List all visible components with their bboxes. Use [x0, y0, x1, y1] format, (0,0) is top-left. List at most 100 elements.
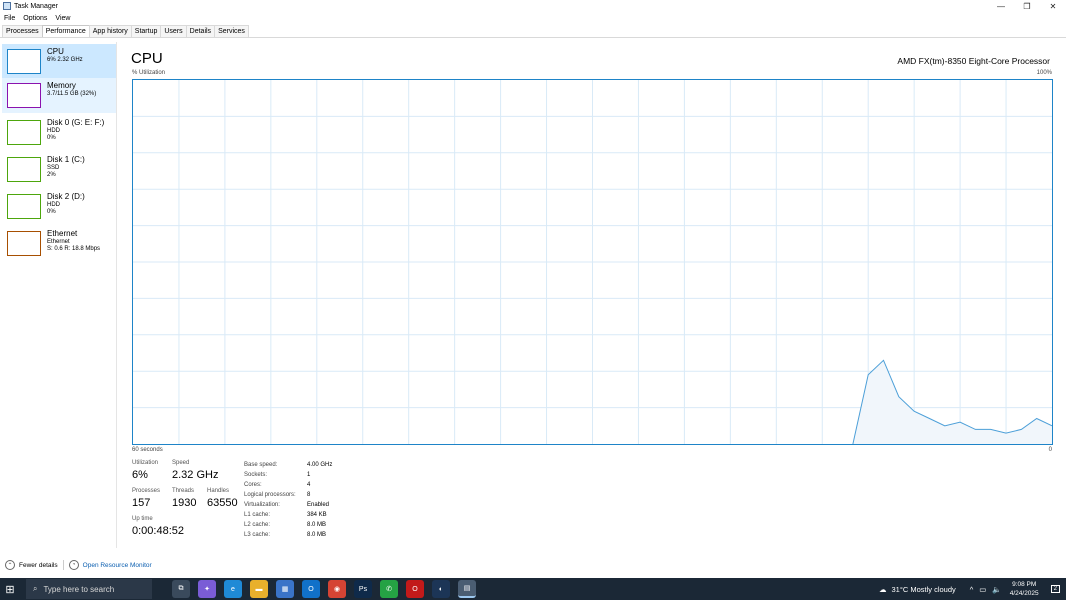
stat-label: Utilization [132, 460, 159, 466]
resource-monitor-icon: ◔ [68, 560, 79, 570]
detail-label: Cores: [244, 482, 262, 488]
outlook-icon[interactable]: O [302, 580, 320, 598]
stat-label: Processes [132, 488, 161, 494]
taskbar-apps: ⧉ ✦ e ▬ ▦ O ◉ Ps ✆ O ◐ ▤ [168, 580, 480, 598]
detail-label: L3 cache: [244, 532, 271, 538]
detail-value: 384 KB [307, 512, 327, 518]
tab-strip: Processes Performance App history Startu… [2, 25, 249, 37]
taskbar-search-box[interactable]: ⌕ Type here to search [26, 579, 152, 599]
detail-value: 4.00 GHz [307, 462, 333, 468]
edge-icon[interactable]: e [224, 580, 242, 598]
minimize-button[interactable]: — [988, 0, 1014, 12]
stat-value: 0:00:48:52 [132, 525, 184, 537]
sidebar-item-memory[interactable]: Memory 3.7/11.5 GB (32%) [2, 78, 116, 113]
weather-icon[interactable]: ☁ [879, 585, 887, 594]
fewer-details-link[interactable]: Fewer details [19, 562, 58, 569]
opera-icon[interactable]: O [406, 580, 424, 598]
sidebar-item-disk1[interactable]: Disk 1 (C:) SSD 2% [2, 152, 116, 187]
detail-label: L1 cache: [244, 512, 271, 518]
detail-row: Virtualization: Enabled [244, 500, 332, 510]
footer-bar: ⌃ Fewer details ◔ Open Resource Monitor [0, 558, 152, 572]
task-manager-icon[interactable]: ▤ [458, 580, 476, 598]
tray-overflow-icon[interactable]: ^ [970, 585, 974, 594]
detail-row: L2 cache: 8.0 MB [244, 520, 332, 530]
sidebar-item-sub: 0% [47, 135, 56, 141]
detail-value: Enabled [307, 502, 330, 508]
steam-icon[interactable]: ◐ [432, 580, 450, 598]
stat-label: Handles [207, 488, 230, 494]
tab-performance[interactable]: Performance [41, 25, 90, 37]
system-tray: ☁ 31°C Mostly cloudy ^ ▭ 🔈 9:08 PM 4/24/… [879, 578, 1066, 600]
menu-file[interactable]: File [0, 15, 19, 22]
tab-processes[interactable]: Processes [2, 25, 43, 37]
window-title: Task Manager [14, 2, 58, 10]
tab-details[interactable]: Details [185, 25, 216, 37]
processes-stat: Processes 157 [132, 488, 160, 509]
store-icon[interactable]: ▦ [276, 580, 294, 598]
detail-label: Base speed: [244, 462, 278, 468]
sidebar-item-disk2[interactable]: Disk 2 (D:) HDD 0% [2, 189, 116, 224]
photoshop-icon[interactable]: Ps [354, 580, 372, 598]
weather-text[interactable]: 31°C Mostly cloudy [891, 585, 955, 594]
detail-value: 1 [307, 472, 311, 478]
copilot-icon[interactable]: ✦ [198, 580, 216, 598]
tab-users[interactable]: Users [160, 25, 187, 37]
sidebar-item-sub: HDD [47, 202, 60, 208]
stat-value: 63550 [207, 497, 238, 509]
detail-label: L2 cache: [244, 522, 271, 528]
stat-label: Speed [172, 460, 190, 466]
tab-startup[interactable]: Startup [130, 25, 162, 37]
detail-value: 4 [307, 482, 311, 488]
cpu-graph-svg [133, 80, 1052, 444]
stat-value: 1930 [172, 497, 197, 509]
stat-value: 157 [132, 497, 151, 509]
cpu-utilization-graph [132, 79, 1053, 445]
detail-row: L3 cache: 8.0 MB [244, 530, 332, 540]
search-icon: ⌕ [33, 584, 38, 593]
sidebar-item-cpu[interactable]: CPU 6% 2.32 GHz [2, 44, 116, 79]
whatsapp-icon[interactable]: ✆ [380, 580, 398, 598]
start-button[interactable]: ⊞ [0, 578, 20, 600]
close-button[interactable]: ✕ [1040, 0, 1066, 12]
page-title: CPU [131, 50, 163, 67]
tab-divider [0, 37, 1066, 38]
detail-label: Sockets: [244, 472, 268, 478]
detail-value: 8 [307, 492, 311, 498]
open-resource-monitor-link[interactable]: Open Resource Monitor [83, 562, 152, 569]
detail-row: Logical processors: 8 [244, 490, 332, 500]
restore-button[interactable]: ❐ [1014, 0, 1040, 12]
sidebar-item-sub: HDD [47, 128, 60, 134]
sidebar-item-ethernet[interactable]: Ethernet Ethernet S: 0.6 R: 18.8 Mbps [2, 226, 116, 261]
detail-label: Logical processors: [244, 492, 296, 498]
tab-app-history[interactable]: App history [88, 25, 132, 37]
processor-name: AMD FX(tm)-8350 Eight-Core Processor [897, 56, 1050, 66]
sidebar-item-sub: 3.7/11.5 GB (32%) [47, 91, 97, 97]
stat-label: Up time [132, 516, 153, 522]
tab-services[interactable]: Services [214, 25, 249, 37]
menu-view[interactable]: View [51, 15, 74, 22]
task-view-icon[interactable]: ⧉ [172, 580, 190, 598]
time-axis-label: 60 seconds [132, 447, 163, 453]
sidebar-item-label: Disk 1 (C:) [47, 155, 85, 164]
detail-row: L1 cache: 384 KB [244, 510, 332, 520]
disk0-thumbnail-graph [7, 120, 41, 145]
file-explorer-icon[interactable]: ▬ [250, 580, 268, 598]
detail-value: 8.0 MB [307, 532, 327, 538]
chrome-icon[interactable]: ◉ [328, 580, 346, 598]
stat-value: 2.32 GHz [172, 469, 219, 481]
chevron-up-icon[interactable]: ⌃ [5, 560, 15, 570]
speaker-icon[interactable]: 🔈 [992, 585, 1001, 594]
notification-icon[interactable]: 2 [1050, 585, 1060, 593]
network-icon[interactable]: ▭ [979, 585, 986, 594]
sidebar-item-sub: Ethernet [47, 239, 70, 245]
speed-stat: Speed 2.32 GHz [172, 460, 218, 481]
clock-time: 9:08 PM [1012, 581, 1037, 588]
uptime-stat: Up time 0:00:48:52 [132, 516, 184, 537]
menu-options[interactable]: Options [19, 15, 51, 22]
footer-divider [62, 560, 64, 570]
handles-stat: Handles 63550 [207, 488, 238, 509]
clock[interactable]: 9:08 PM 4/24/2025 [1010, 580, 1039, 598]
detail-row: Cores: 4 [244, 480, 332, 490]
sidebar-item-sub: 0% [47, 209, 56, 215]
sidebar-item-disk0[interactable]: Disk 0 (G: E: F:) HDD 0% [2, 115, 116, 150]
